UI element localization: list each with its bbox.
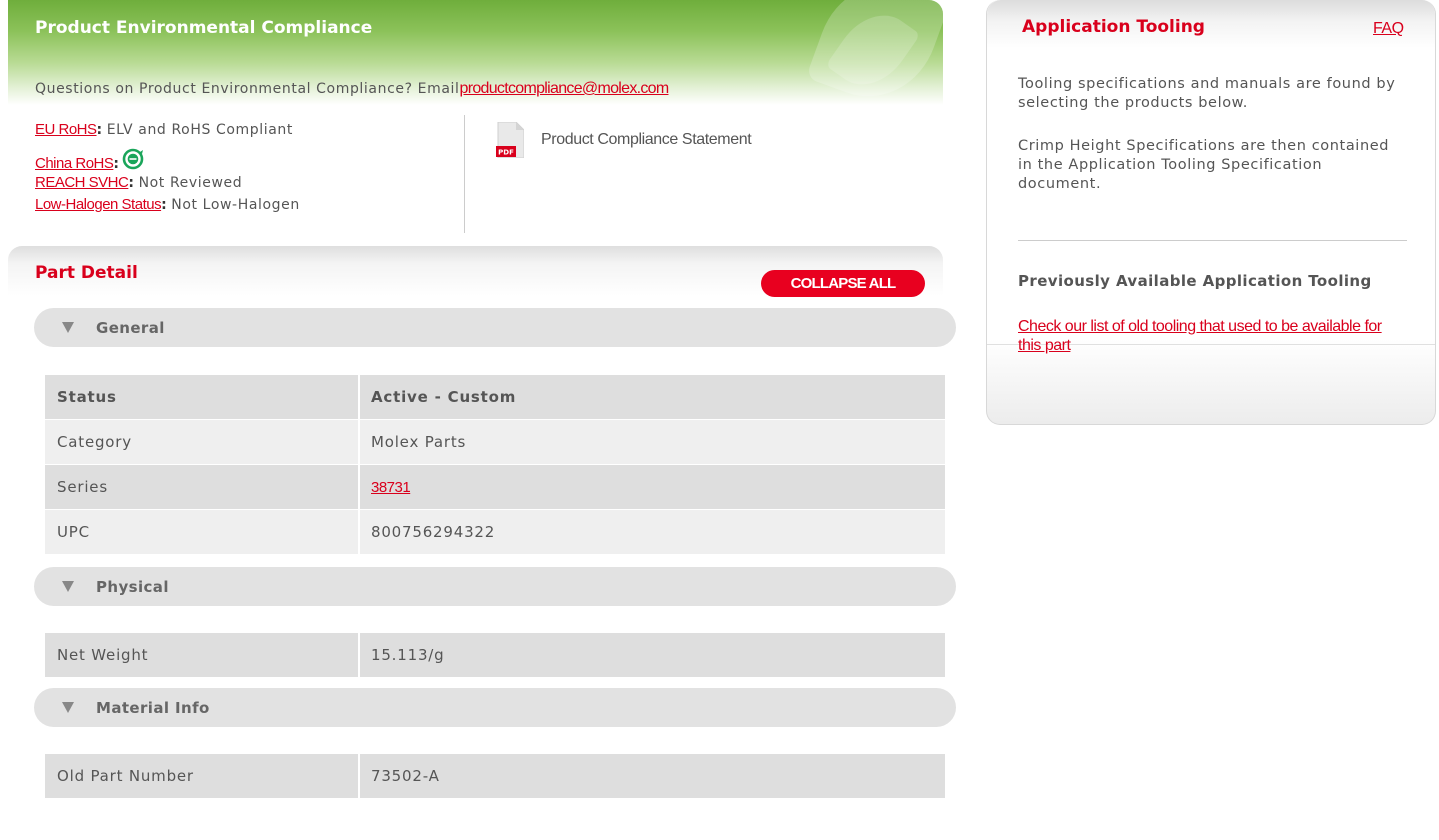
old-tooling-link[interactable]: Check our list of old tooling that used … [1018,317,1388,355]
china-rohs-link[interactable]: China RoHS [35,155,114,172]
tooling-description: Tooling specifications and manuals are f… [1018,76,1396,111]
cell-divider [358,633,360,677]
compliance-panel: Product Environmental Compliance Questio… [8,0,943,236]
compliance-title: Product Environmental Compliance [35,18,373,38]
reach-svhc-line: REACH SVHC: Not Reviewed [35,174,242,191]
table-row: Status Active - Custom [45,375,945,419]
row-label: Status [57,388,117,406]
table-row: Category Molex Parts [45,420,945,464]
row-label: Old Part Number [57,767,194,785]
row-label: Net Weight [57,646,149,664]
china-rohs-colon: : [113,156,120,172]
section-label-general: General [96,319,165,337]
pdf-icon-text: PDF [498,149,514,157]
part-detail-title: Part Detail [35,263,138,283]
row-value: Active - Custom [371,388,517,406]
row-value: 15.113/g [371,646,445,664]
tooling-divider [1018,240,1407,241]
section-toggle-general[interactable]: General [34,308,956,347]
pdf-icon[interactable]: PDF [496,122,524,158]
part-detail-header: Part Detail COLLAPSE ALL [8,246,943,297]
compliance-divider [464,115,465,233]
compliance-question: Questions on Product Environmental Compl… [35,80,669,98]
cell-divider [358,465,360,509]
table-row: Series 38731 [45,465,945,509]
table-row: Net Weight 15.113/g [45,633,945,677]
cell-divider [358,754,360,798]
faq-link[interactable]: FAQ [1373,20,1404,38]
row-value: Molex Parts [371,433,467,451]
row-label: UPC [57,523,90,541]
row-value: 73502-A [371,767,440,785]
triangle-down-icon [62,581,74,592]
low-halogen-line: Low-Halogen Status: Not Low-Halogen [35,196,300,213]
triangle-down-icon [62,322,74,333]
low-halogen-colon: : [161,197,168,213]
reach-svhc-colon: : [128,175,135,191]
low-halogen-value: Not Low-Halogen [171,197,300,213]
cell-divider [358,375,360,419]
tooling-crimp-note: Crimp Height Specifications are then con… [1018,138,1390,192]
application-tooling-panel: Application Tooling FAQ Tooling specific… [986,0,1436,425]
china-rohs-e-icon [122,148,143,170]
eu-rohs-value: ELV and RoHS Compliant [106,122,293,138]
compliance-email-link[interactable]: productcompliance@molex.com [460,80,670,97]
section-label-physical: Physical [96,578,169,596]
tooling-title: Application Tooling [1022,17,1205,37]
row-label: Category [57,433,132,451]
row-value: 38731 [371,478,411,496]
reach-svhc-value: Not Reviewed [138,175,243,191]
table-row: Old Part Number 73502-A [45,754,945,798]
section-toggle-physical[interactable]: Physical [34,567,956,606]
series-link[interactable]: 38731 [371,479,411,496]
collapse-all-button[interactable]: COLLAPSE ALL [761,270,925,297]
cell-divider [358,420,360,464]
row-value: 800756294322 [371,523,496,541]
cell-divider [358,510,360,554]
triangle-down-icon [62,702,74,713]
section-label-material-info: Material Info [96,699,210,717]
eu-rohs-colon: : [96,122,103,138]
compliance-statement-link[interactable]: Product Compliance Statement [541,131,752,149]
low-halogen-link[interactable]: Low-Halogen Status [35,196,162,213]
eu-rohs-link[interactable]: EU RoHS [35,121,97,138]
compliance-question-text: Questions on Product Environmental Compl… [35,81,460,97]
table-row: UPC 800756294322 [45,510,945,554]
china-rohs-line: China RoHS: [35,148,144,172]
previous-tooling-title: Previously Available Application Tooling [1018,272,1372,290]
row-label: Series [57,478,108,496]
reach-svhc-link[interactable]: REACH SVHC [35,174,129,191]
section-toggle-material-info[interactable]: Material Info [34,688,956,727]
eu-rohs-line: EU RoHS: ELV and RoHS Compliant [35,121,293,138]
